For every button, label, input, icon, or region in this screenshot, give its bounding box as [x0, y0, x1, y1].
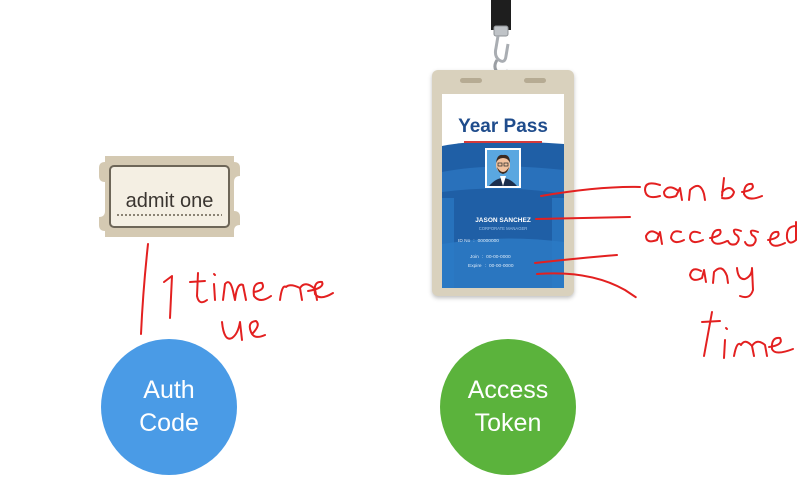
pointer-line-join	[534, 254, 618, 264]
pointer-line-id	[535, 216, 631, 220]
annotation-one-time-use	[163, 272, 334, 341]
annotation-can-be-accessed-any-time	[644, 177, 797, 359]
pointer-line-expire	[536, 272, 637, 299]
auth-annotation-line	[140, 243, 149, 335]
pointer-line-name	[540, 185, 641, 197]
